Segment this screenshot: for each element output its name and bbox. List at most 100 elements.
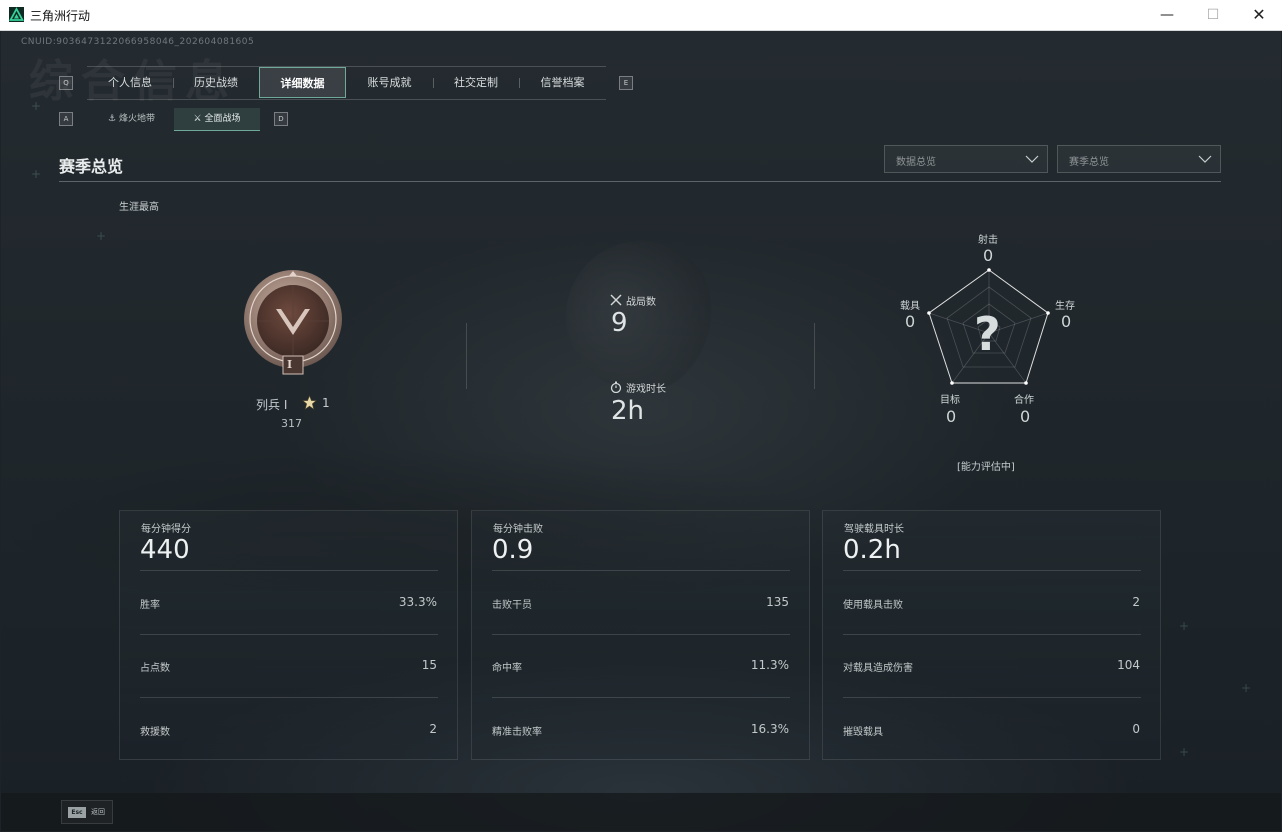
key-hint-prev-tab: Q [59, 76, 73, 90]
card-primary-value: 0.2h [843, 535, 901, 565]
section-divider [59, 181, 1221, 182]
subtab-label: 全面战场 [204, 114, 241, 124]
section-title: 赛季总览 [59, 157, 124, 176]
radar-value-shooting: 0 [983, 246, 994, 265]
card-row-value: 33.3% [398, 595, 437, 609]
maximize-button[interactable]: ☐ [1190, 0, 1236, 30]
card-divider [140, 697, 438, 698]
card-primary-value: 440 [140, 535, 190, 565]
minimize-button[interactable]: — [1144, 0, 1190, 30]
esc-key-hint: Esc [68, 807, 86, 818]
subtab-full-battlefield[interactable]: ⚔ 全面战场 [174, 108, 260, 131]
close-button[interactable]: ✕ [1236, 0, 1282, 30]
radar-label-shooting: 射击 [978, 235, 998, 246]
card-row-label: 击败干员 [492, 600, 532, 611]
card-divider [140, 634, 438, 635]
card-row-label: 对载具造成伤害 [843, 663, 913, 674]
tab-personal-info[interactable]: 个人信息 [87, 67, 173, 98]
kill-stats-card: 每分钟击败 0.9 击败干员 135 命中率 11.3% 精准击败率 16.3% [471, 510, 810, 760]
radar-label-survival: 生存 [1055, 301, 1075, 312]
card-divider [140, 570, 438, 571]
playtime-label: 游戏时长 [626, 384, 666, 395]
subtab-label: 烽火地带 [118, 114, 155, 124]
card-title: 每分钟击败 [493, 524, 543, 535]
card-divider [492, 697, 790, 698]
chevron-down-icon [1198, 155, 1212, 163]
card-row-label: 使用载具击败 [843, 600, 903, 611]
card-divider [843, 697, 1141, 698]
tab-achievements[interactable]: 账号成就 [346, 67, 433, 98]
crossed-swords-icon [610, 294, 622, 306]
card-row-label: 摧毁载具 [843, 727, 883, 738]
tab-reputation[interactable]: 信誉档案 [519, 67, 606, 98]
rank-points: 317 [281, 417, 302, 430]
bottom-bar: Esc 返回 [1, 793, 1281, 831]
score-stats-card: 每分钟得分 440 胜率 33.3% 占点数 15 救援数 2 [119, 510, 458, 760]
deco-cross-icon: + [1241, 681, 1252, 695]
battlefield-icon: ⚔ [193, 114, 205, 124]
column-divider [814, 323, 815, 389]
rank-name: 列兵 I [256, 398, 288, 412]
tab-detailed-data[interactable]: 详细数据 [259, 67, 346, 98]
window-title: 三角洲行动 [30, 9, 91, 23]
card-row-label: 精准击败率 [492, 727, 542, 738]
deco-cross-icon: + [1179, 745, 1190, 759]
radar-value-teamwork: 0 [1020, 407, 1031, 426]
card-primary-value: 0.9 [492, 535, 534, 565]
radar-label-objective: 目标 [940, 395, 960, 406]
game-viewport: 综合信息 + + + + + + CNUID:90364731220669580… [1, 31, 1281, 831]
rank-numeral: I [287, 358, 293, 371]
rank-badge-icon [244, 270, 342, 375]
card-row-value: 16.3% [750, 722, 789, 736]
key-hint-prev-subtab: A [59, 112, 73, 126]
card-row-label: 占点数 [140, 663, 170, 674]
card-title: 每分钟得分 [141, 524, 191, 535]
stopwatch-icon [610, 381, 622, 393]
column-divider [466, 323, 467, 389]
tab-social[interactable]: 社交定制 [433, 67, 519, 98]
radar-value-vehicle: 0 [905, 312, 916, 331]
hazard-ops-icon: ⚓ [108, 114, 119, 124]
card-row-value: 0 [1132, 722, 1140, 736]
card-row-value: 135 [766, 595, 789, 609]
radar-value-objective: 0 [946, 407, 957, 426]
main-tab-bar: 个人信息 历史战绩 详细数据 账号成就 社交定制 信誉档案 [87, 66, 606, 100]
card-row-label: 救援数 [140, 727, 170, 738]
key-hint-next-tab: E [619, 76, 633, 90]
deco-cross-icon: + [1179, 619, 1190, 633]
data-overview-dropdown[interactable]: 数据总览 [884, 145, 1048, 173]
dropdown-value: 赛季总览 [1069, 157, 1109, 168]
vehicle-stats-card: 驾驶载具时长 0.2h 使用载具击败 2 对载具造成伤害 104 摧毁载具 0 [822, 510, 1161, 760]
card-row-value: 2 [429, 722, 437, 736]
key-hint-next-subtab: D [274, 112, 288, 126]
rank-star-count: 1 [322, 396, 330, 410]
card-divider [492, 570, 790, 571]
window-titlebar: 三角洲行动 — ☐ ✕ [0, 0, 1282, 31]
matches-label: 战局数 [626, 297, 656, 308]
subtab-hazard-ops[interactable]: ⚓ 烽火地带 [89, 108, 174, 130]
card-row-value: 2 [1132, 595, 1140, 609]
back-label: 返回 [91, 808, 105, 816]
card-divider [492, 634, 790, 635]
user-uid: CNUID:9036473122066958046_202604081605 [21, 37, 255, 47]
playtime-value: 2h [611, 396, 645, 426]
card-divider [843, 634, 1141, 635]
matches-value: 9 [611, 308, 628, 338]
deco-cross-icon: + [96, 229, 107, 243]
radar-value-survival: 0 [1061, 312, 1072, 331]
deco-cross-icon: + [31, 167, 42, 181]
tab-match-history[interactable]: 历史战绩 [173, 67, 259, 98]
card-row-value: 15 [421, 658, 437, 672]
card-divider [843, 570, 1141, 571]
radar-label-teamwork: 合作 [1014, 395, 1034, 406]
card-title: 驾驶载具时长 [844, 524, 904, 535]
season-overview-dropdown[interactable]: 赛季总览 [1057, 145, 1221, 173]
back-button[interactable]: Esc 返回 [61, 800, 113, 824]
card-row-label: 命中率 [492, 663, 522, 674]
card-row-value: 11.3% [750, 658, 789, 672]
ability-assessment-status: [能力评估中] [957, 462, 1015, 473]
star-icon [302, 395, 317, 410]
dropdown-value: 数据总览 [896, 157, 936, 168]
deco-cross-icon: + [31, 99, 42, 113]
career-best-label: 生涯最高 [119, 202, 159, 213]
